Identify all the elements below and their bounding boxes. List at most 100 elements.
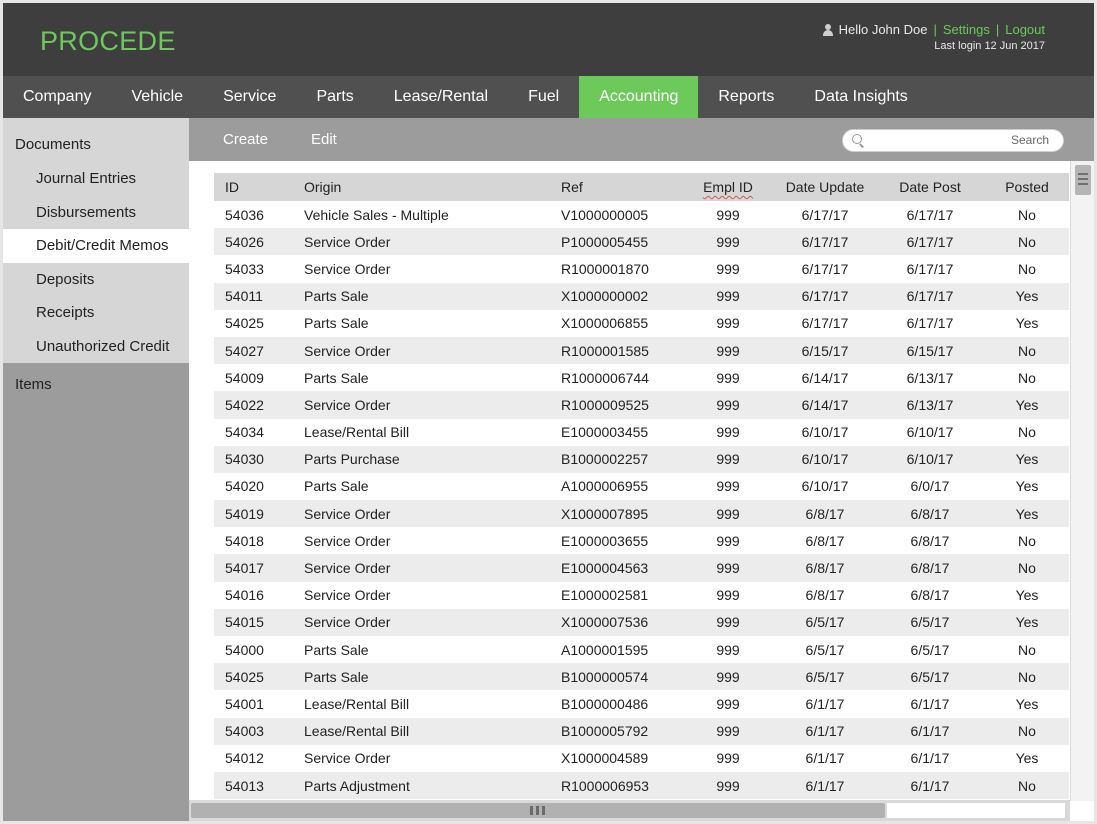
- table-row[interactable]: 54019 Service Order X1000007895 999 6/8/17 6/…: [214, 500, 1069, 528]
- vertical-scroll-thumb[interactable]: [1075, 165, 1091, 195]
- cell-date-update: 6/1/17: [775, 717, 875, 745]
- column-header-origin[interactable]: Origin: [293, 173, 550, 201]
- cell-date-update: 6/17/17: [801, 206, 849, 223]
- nav-item-parts[interactable]: Parts: [296, 76, 373, 118]
- table-row[interactable]: 54036 Vehicle Sales - Multiple V1000000005…: [214, 201, 1069, 228]
- vertical-scrollbar[interactable]: [1070, 161, 1094, 801]
- cell-empl-id: 999: [716, 695, 740, 712]
- cell-origin: Parts Sale: [304, 478, 369, 495]
- cell-posted: Yes: [1015, 695, 1039, 712]
- cell-ref: X1000007536: [550, 608, 681, 636]
- nav-item-company[interactable]: Company: [3, 76, 111, 118]
- documents-section: Documents Journal Entries Disbursements De…: [3, 118, 189, 363]
- cell-id: 54018: [225, 532, 264, 549]
- table-row[interactable]: 54020 Parts Sale A1000006955 999 6/10/17 6/0/…: [214, 473, 1069, 500]
- table-container: ID Origin Ref Empl ID Date Update Date Post Po…: [214, 173, 1069, 801]
- sidebar-item-deposits[interactable]: Deposits: [3, 263, 189, 297]
- table-row[interactable]: 54012 Service Order X1000004589 999 6/1/17 6/…: [214, 745, 1069, 772]
- cell-empl-id: 999: [681, 391, 775, 419]
- table-row[interactable]: 54015 Service Order X1000007536 999 6/5/17 6/…: [214, 608, 1069, 636]
- cell-origin: Parts Sale: [304, 641, 369, 658]
- cell-date-post: 6/1/17: [910, 750, 950, 767]
- cell-posted: No: [1018, 206, 1036, 223]
- cell-date-update: 6/10/17: [801, 424, 849, 441]
- logout-link[interactable]: Logout: [1005, 22, 1045, 37]
- cell-date-update: 6/17/17: [801, 315, 849, 332]
- cell-origin: Service Order: [304, 532, 391, 549]
- nav-item-reports[interactable]: Reports: [698, 76, 794, 118]
- table-row[interactable]: 54011 Parts Sale X1000000002 999 6/17/17 6/17…: [214, 282, 1069, 310]
- cell-id: 54003: [214, 717, 293, 745]
- cell-ref: X1000000002: [550, 282, 681, 310]
- cell-origin: Service Order: [293, 336, 550, 365]
- settings-link[interactable]: Settings: [943, 22, 990, 37]
- table-row[interactable]: 54000 Parts Sale A1000001595 999 6/5/17 6/5/1…: [214, 636, 1069, 663]
- header-row: ID Origin Ref Empl ID Date Update Date Post Po…: [214, 173, 1069, 201]
- cell-date-post: 6/5/17: [875, 663, 985, 691]
- table-row[interactable]: 54026 Service Order P1000005455 999 6/17/17 6…: [214, 228, 1069, 256]
- nav-item-lease-rental[interactable]: Lease/Rental: [374, 76, 508, 118]
- sidebar: Documents Journal Entries Disbursements De…: [3, 118, 189, 821]
- cell-date-post: 6/17/17: [906, 315, 954, 332]
- table-row[interactable]: 54034 Lease/Rental Bill E1000003455 999 6/10…: [214, 419, 1069, 446]
- cell-empl-id: 999: [716, 260, 740, 277]
- table-row[interactable]: 54003 Lease/Rental Bill B1000005792 999 6/1/…: [214, 717, 1069, 745]
- column-header-label: Origin: [304, 179, 342, 195]
- nav-item-vehicle[interactable]: Vehicle: [111, 76, 203, 118]
- cell-posted: No: [985, 336, 1069, 365]
- table-row[interactable]: 54018 Service Order E1000003655 999 6/8/17 6/…: [214, 527, 1069, 554]
- cell-posted: Yes: [1015, 478, 1039, 495]
- horizontal-scrollbar[interactable]: [189, 800, 1070, 821]
- cell-origin: Parts Sale: [293, 663, 550, 691]
- column-header-date-post[interactable]: Date Post: [875, 173, 985, 201]
- nav-item-data-insights[interactable]: Data Insights: [794, 76, 927, 118]
- table-row[interactable]: 54027 Service Order R1000001585 999 6/15/17 6…: [214, 336, 1069, 365]
- cell-posted: Yes: [985, 608, 1069, 636]
- sidebar-item-debit-credit-memos[interactable]: Debit/Credit Memos: [3, 229, 189, 263]
- cell-empl-id: 999: [681, 500, 775, 528]
- column-header-label: Empl ID: [703, 179, 753, 195]
- table-row[interactable]: 54017 Service Order E1000004563 999 6/8/17 6/…: [214, 554, 1069, 582]
- search-label[interactable]: Search: [1011, 133, 1049, 147]
- edit-button[interactable]: Edit: [311, 118, 337, 161]
- nav-item-service[interactable]: Service: [203, 76, 296, 118]
- table-row[interactable]: 54025 Parts Sale B1000000574 999 6/5/17 6/5/1…: [214, 663, 1069, 691]
- table-row[interactable]: 54033 Service Order R1000001870 999 6/17/17 6…: [214, 255, 1069, 282]
- documents-list: Journal Entries Disbursements Debit/Credit…: [3, 162, 189, 363]
- table-row[interactable]: 54009 Parts Sale R1000006744 999 6/14/17 6/13…: [214, 364, 1069, 391]
- table-row[interactable]: 54030 Parts Purchase B1000002257 999 6/10/17…: [214, 445, 1069, 473]
- cell-date-post: 6/17/17: [906, 206, 954, 223]
- table-row[interactable]: 54022 Service Order R1000009525 999 6/14/17 6…: [214, 391, 1069, 419]
- sidebar-section-documents[interactable]: Documents: [3, 128, 189, 162]
- cell-ref: B1000002257: [550, 445, 681, 473]
- table-row[interactable]: 54001 Lease/Rental Bill B1000000486 999 6/1/…: [214, 690, 1069, 717]
- cell-posted: No: [1018, 424, 1036, 441]
- create-button[interactable]: Create: [223, 118, 268, 161]
- separator: |: [995, 22, 1000, 37]
- nav-item-accounting[interactable]: Accounting: [579, 76, 699, 118]
- table-row[interactable]: 54025 Parts Sale X1000006855 999 6/17/17 6/17…: [214, 310, 1069, 337]
- app-header: PROCEDE Hello John Doe | Settings | Logo…: [3, 3, 1094, 76]
- column-header-posted[interactable]: Posted: [985, 173, 1069, 201]
- column-header-date-update[interactable]: Date Update: [775, 173, 875, 201]
- cell-posted: No: [1018, 532, 1036, 549]
- search-icon[interactable]: [852, 134, 864, 146]
- column-header-empl-id[interactable]: Empl ID: [681, 173, 775, 201]
- sidebar-item-disbursements[interactable]: Disbursements: [3, 196, 189, 230]
- table-row[interactable]: 54016 Service Order E1000002581 999 6/8/17 6/…: [214, 582, 1069, 609]
- horizontal-scroll-thumb[interactable]: [191, 803, 885, 818]
- cell-date-update: 6/8/17: [805, 587, 845, 604]
- sidebar-item-receipts[interactable]: Receipts: [3, 296, 189, 330]
- search-input[interactable]: [871, 132, 991, 149]
- cell-id: 54025: [214, 663, 293, 691]
- sidebar-item-journal-entries[interactable]: Journal Entries: [3, 162, 189, 196]
- column-header-ref[interactable]: Ref: [550, 173, 681, 201]
- cell-id: 54016: [225, 587, 264, 604]
- column-header-id[interactable]: ID: [214, 173, 293, 201]
- sidebar-section-items[interactable]: Items: [3, 363, 189, 407]
- search-box: Search: [842, 129, 1064, 152]
- nav-item-fuel[interactable]: Fuel: [508, 76, 579, 118]
- table-row[interactable]: 54013 Parts Adjustment R1000006953 999 6/1/1…: [214, 771, 1069, 800]
- sidebar-item-unauthorized-credit[interactable]: Unauthorized Credit: [3, 330, 189, 364]
- cell-id: 54036: [225, 206, 264, 223]
